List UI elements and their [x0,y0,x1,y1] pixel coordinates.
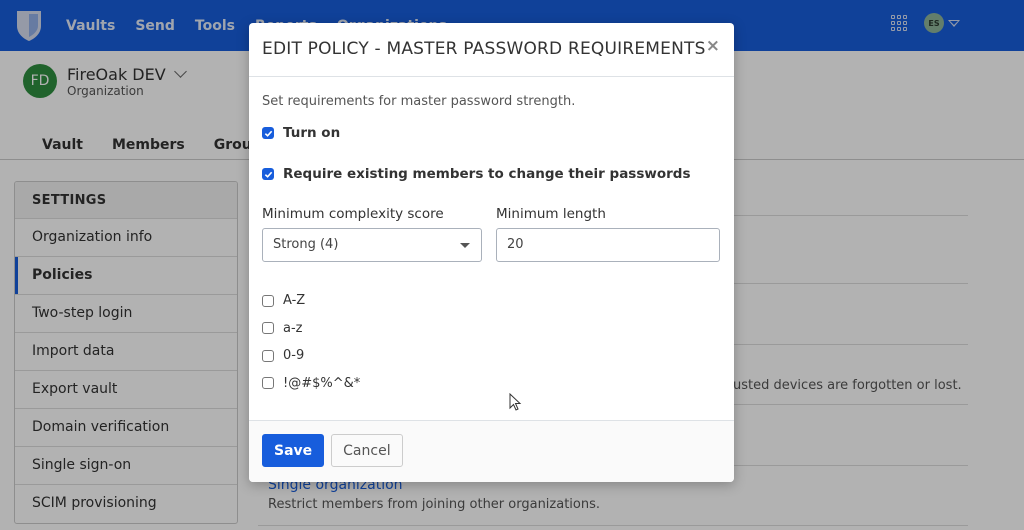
complexity-score-select[interactable]: Strong (4) [262,228,482,262]
require-password-change-checkbox[interactable]: Require existing members to change their… [262,166,721,182]
checkbox-checked-icon[interactable] [262,127,274,139]
cancel-button[interactable]: Cancel [331,434,403,467]
mouse-pointer-icon [509,393,522,411]
dialog-header: EDIT POLICY - MASTER PASSWORD REQUIREMEN… [249,23,734,77]
require-password-change-label: Require existing members to change their… [283,166,691,182]
edit-policy-dialog: EDIT POLICY - MASTER PASSWORD REQUIREMEN… [249,23,734,482]
special-chars-label: !@#$%^&* [283,375,361,391]
turn-on-label: Turn on [283,125,341,141]
close-icon[interactable]: × [706,36,720,56]
dialog-title: EDIT POLICY - MASTER PASSWORD REQUIREMEN… [262,39,706,59]
policy-description: Set requirements for master password str… [262,94,576,109]
dialog-body: Set requirements for master password str… [249,77,734,420]
lowercase-label: a-z [283,320,303,336]
checkbox-unchecked-icon[interactable] [262,349,274,362]
complexity-selected-value: Strong (4) [273,237,339,252]
caret-down-icon [460,243,470,248]
uppercase-label: A-Z [283,293,306,309]
min-length-input[interactable]: 20 [496,228,720,262]
uppercase-checkbox[interactable]: A-Z [262,287,721,315]
checkbox-unchecked-icon[interactable] [262,377,274,390]
numbers-checkbox[interactable]: 0-9 [262,342,721,370]
complexity-label: Minimum complexity score [262,206,444,222]
lowercase-checkbox[interactable]: a-z [262,315,721,343]
requirement-fields: Minimum complexity score Strong (4) Mini… [262,206,721,262]
checkbox-unchecked-icon[interactable] [262,322,274,335]
character-requirements: A-Z a-z 0-9 !@#$%^&* [262,287,721,397]
turn-on-checkbox[interactable]: Turn on [262,125,721,141]
numbers-label: 0-9 [283,348,305,364]
checkbox-checked-icon[interactable] [262,168,274,180]
dialog-footer: Save Cancel [249,420,734,482]
special-chars-checkbox[interactable]: !@#$%^&* [262,370,721,398]
checkbox-unchecked-icon[interactable] [262,294,274,307]
min-length-label: Minimum length [496,206,606,222]
save-button[interactable]: Save [262,434,325,467]
